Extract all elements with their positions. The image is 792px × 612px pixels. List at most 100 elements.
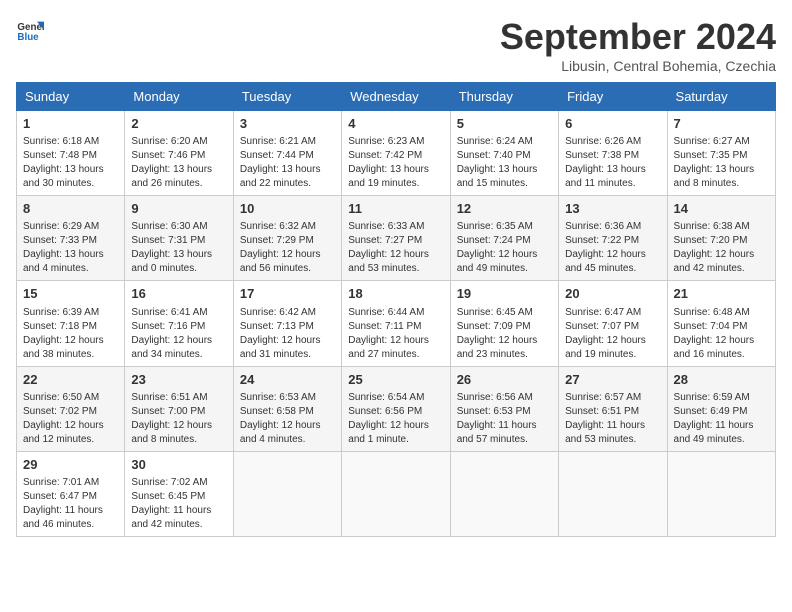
calendar-cell: 13 Sunrise: 6:36 AM Sunset: 7:22 PM Dayli… [559, 196, 667, 281]
day-info: Sunrise: 6:41 AM Sunset: 7:16 PM Dayligh… [131, 306, 226, 362]
weekday-sunday: Sunday [17, 83, 125, 111]
calendar-cell: 24Sunrise: 6:53 AM Sunset: 6:58 PM Dayli… [233, 366, 341, 451]
day-info: Sunrise: 6:51 AM Sunset: 7:00 PM Dayligh… [131, 391, 226, 447]
location: Libusin, Central Bohemia, Czechia [500, 58, 776, 74]
day-number: 23 [131, 371, 226, 389]
calendar-cell: 27Sunrise: 6:57 AM Sunset: 6:51 PM Dayli… [559, 366, 667, 451]
calendar-cell: 10 Sunrise: 6:32 AM Sunset: 7:29 PM Dayli… [233, 196, 341, 281]
day-number: 13 [565, 200, 660, 218]
weekday-wednesday: Wednesday [342, 83, 450, 111]
calendar-cell: 9 Sunrise: 6:30 AM Sunset: 7:31 PM Daylig… [125, 196, 233, 281]
day-number: 27 [565, 371, 660, 389]
day-info: Sunrise: 6:30 AM Sunset: 7:31 PM Dayligh… [131, 220, 226, 276]
page-header: General Blue September 2024 Libusin, Cen… [16, 16, 776, 74]
day-info: Sunrise: 6:36 AM Sunset: 7:22 PM Dayligh… [565, 220, 660, 276]
calendar-cell [450, 451, 558, 536]
calendar-body: 1Sunrise: 6:18 AM Sunset: 7:48 PM Daylig… [17, 111, 776, 537]
calendar-cell: 28 Sunrise: 6:59 AM Sunset: 6:49 PM Dayli… [667, 366, 775, 451]
day-number: 5 [457, 115, 552, 133]
day-info: Sunrise: 6:39 AM Sunset: 7:18 PM Dayligh… [23, 306, 118, 362]
calendar-cell [667, 451, 775, 536]
day-number: 15 [23, 285, 118, 303]
calendar-cell: 11 Sunrise: 6:33 AM Sunset: 7:27 PM Dayli… [342, 196, 450, 281]
day-number: 24 [240, 371, 335, 389]
title-area: September 2024 Libusin, Central Bohemia,… [500, 16, 776, 74]
day-info: Sunrise: 6:26 AM Sunset: 7:38 PM Dayligh… [565, 135, 660, 191]
weekday-header-row: SundayMondayTuesdayWednesdayThursdayFrid… [17, 83, 776, 111]
day-number: 20 [565, 285, 660, 303]
day-info: Sunrise: 6:29 AM Sunset: 7:33 PM Dayligh… [23, 220, 118, 276]
day-info: Sunrise: 6:42 AM Sunset: 7:13 PM Dayligh… [240, 306, 335, 362]
day-info: Sunrise: 6:23 AM Sunset: 7:42 PM Dayligh… [348, 135, 443, 191]
calendar-week-2: 8Sunrise: 6:29 AM Sunset: 7:33 PM Daylig… [17, 196, 776, 281]
calendar-cell: 20 Sunrise: 6:47 AM Sunset: 7:07 PM Dayli… [559, 281, 667, 366]
calendar-cell: 3 Sunrise: 6:21 AM Sunset: 7:44 PM Daylig… [233, 111, 341, 196]
day-info: Sunrise: 6:33 AM Sunset: 7:27 PM Dayligh… [348, 220, 443, 276]
month-title: September 2024 [500, 16, 776, 58]
day-info: Sunrise: 6:45 AM Sunset: 7:09 PM Dayligh… [457, 306, 552, 362]
day-number: 30 [131, 456, 226, 474]
calendar-cell: 7 Sunrise: 6:27 AM Sunset: 7:35 PM Daylig… [667, 111, 775, 196]
day-info: Sunrise: 6:38 AM Sunset: 7:20 PM Dayligh… [674, 220, 769, 276]
calendar-cell: 1Sunrise: 6:18 AM Sunset: 7:48 PM Daylig… [17, 111, 125, 196]
calendar-cell [342, 451, 450, 536]
calendar-cell: 5 Sunrise: 6:24 AM Sunset: 7:40 PM Daylig… [450, 111, 558, 196]
day-number: 22 [23, 371, 118, 389]
day-number: 14 [674, 200, 769, 218]
calendar-cell: 15 Sunrise: 6:39 AM Sunset: 7:18 PM Dayli… [17, 281, 125, 366]
weekday-tuesday: Tuesday [233, 83, 341, 111]
day-number: 12 [457, 200, 552, 218]
calendar-cell: 29 Sunrise: 7:01 AM Sunset: 6:47 PM Dayli… [17, 451, 125, 536]
calendar-cell: 12 Sunrise: 6:35 AM Sunset: 7:24 PM Dayli… [450, 196, 558, 281]
day-info: Sunrise: 6:24 AM Sunset: 7:40 PM Dayligh… [457, 135, 552, 191]
calendar-cell: 2 Sunrise: 6:20 AM Sunset: 7:46 PM Daylig… [125, 111, 233, 196]
day-info: Sunrise: 6:56 AM Sunset: 6:53 PM Dayligh… [457, 391, 552, 447]
day-number: 9 [131, 200, 226, 218]
calendar-cell: 25 Sunrise: 6:54 AM Sunset: 6:56 PM Dayli… [342, 366, 450, 451]
logo: General Blue [16, 16, 44, 44]
calendar-cell: 14 Sunrise: 6:38 AM Sunset: 7:20 PM Dayli… [667, 196, 775, 281]
calendar-cell: 21Sunrise: 6:48 AM Sunset: 7:04 PM Dayli… [667, 281, 775, 366]
day-number: 6 [565, 115, 660, 133]
calendar-cell: 19Sunrise: 6:45 AM Sunset: 7:09 PM Dayli… [450, 281, 558, 366]
day-number: 7 [674, 115, 769, 133]
day-info: Sunrise: 6:27 AM Sunset: 7:35 PM Dayligh… [674, 135, 769, 191]
calendar-week-5: 29 Sunrise: 7:01 AM Sunset: 6:47 PM Dayli… [17, 451, 776, 536]
weekday-monday: Monday [125, 83, 233, 111]
day-number: 2 [131, 115, 226, 133]
calendar: SundayMondayTuesdayWednesdayThursdayFrid… [16, 82, 776, 537]
day-number: 28 [674, 371, 769, 389]
day-number: 18 [348, 285, 443, 303]
day-number: 11 [348, 200, 443, 218]
day-number: 10 [240, 200, 335, 218]
calendar-cell: 30Sunrise: 7:02 AM Sunset: 6:45 PM Dayli… [125, 451, 233, 536]
day-info: Sunrise: 6:21 AM Sunset: 7:44 PM Dayligh… [240, 135, 335, 191]
day-info: Sunrise: 6:54 AM Sunset: 6:56 PM Dayligh… [348, 391, 443, 447]
calendar-cell [559, 451, 667, 536]
day-info: Sunrise: 6:44 AM Sunset: 7:11 PM Dayligh… [348, 306, 443, 362]
calendar-week-1: 1Sunrise: 6:18 AM Sunset: 7:48 PM Daylig… [17, 111, 776, 196]
day-info: Sunrise: 6:48 AM Sunset: 7:04 PM Dayligh… [674, 306, 769, 362]
day-number: 4 [348, 115, 443, 133]
weekday-friday: Friday [559, 83, 667, 111]
svg-text:Blue: Blue [17, 32, 39, 43]
calendar-cell: 22 Sunrise: 6:50 AM Sunset: 7:02 PM Dayli… [17, 366, 125, 451]
day-info: Sunrise: 6:47 AM Sunset: 7:07 PM Dayligh… [565, 306, 660, 362]
calendar-cell: 8Sunrise: 6:29 AM Sunset: 7:33 PM Daylig… [17, 196, 125, 281]
calendar-cell: 17Sunrise: 6:42 AM Sunset: 7:13 PM Dayli… [233, 281, 341, 366]
calendar-cell: 26Sunrise: 6:56 AM Sunset: 6:53 PM Dayli… [450, 366, 558, 451]
day-number: 29 [23, 456, 118, 474]
calendar-cell: 16Sunrise: 6:41 AM Sunset: 7:16 PM Dayli… [125, 281, 233, 366]
day-info: Sunrise: 6:35 AM Sunset: 7:24 PM Dayligh… [457, 220, 552, 276]
day-info: Sunrise: 6:50 AM Sunset: 7:02 PM Dayligh… [23, 391, 118, 447]
day-info: Sunrise: 6:32 AM Sunset: 7:29 PM Dayligh… [240, 220, 335, 276]
day-info: Sunrise: 6:59 AM Sunset: 6:49 PM Dayligh… [674, 391, 769, 447]
calendar-cell: 6 Sunrise: 6:26 AM Sunset: 7:38 PM Daylig… [559, 111, 667, 196]
calendar-cell: 23 Sunrise: 6:51 AM Sunset: 7:00 PM Dayli… [125, 366, 233, 451]
day-number: 3 [240, 115, 335, 133]
day-info: Sunrise: 6:20 AM Sunset: 7:46 PM Dayligh… [131, 135, 226, 191]
day-info: Sunrise: 6:18 AM Sunset: 7:48 PM Dayligh… [23, 135, 118, 191]
calendar-cell: 18 Sunrise: 6:44 AM Sunset: 7:11 PM Dayli… [342, 281, 450, 366]
day-info: Sunrise: 7:01 AM Sunset: 6:47 PM Dayligh… [23, 476, 118, 532]
day-number: 25 [348, 371, 443, 389]
